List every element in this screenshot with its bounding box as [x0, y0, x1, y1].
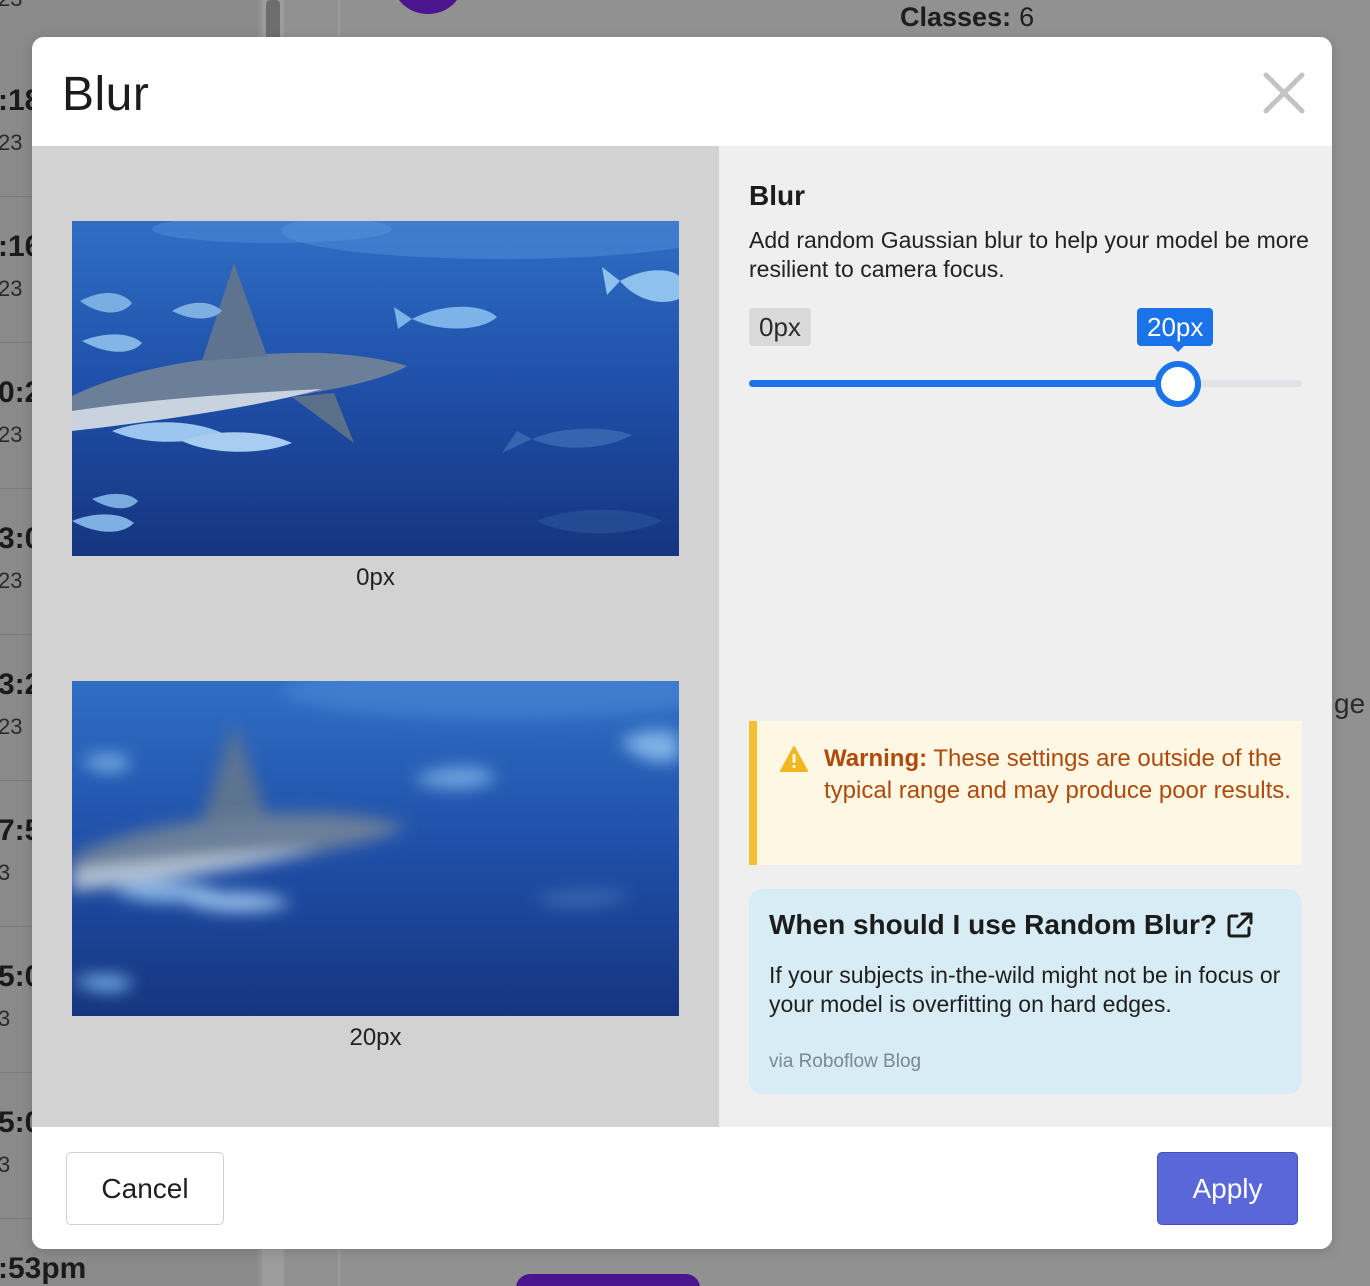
apply-button[interactable]: Apply	[1157, 1152, 1298, 1225]
background-date: 3	[0, 1152, 11, 1177]
modal-footer: Cancel Apply	[32, 1127, 1332, 1249]
external-link-icon	[1227, 912, 1253, 938]
background-date: 23	[0, 276, 23, 301]
shark-photo-sharp	[72, 221, 679, 556]
help-card-source-link[interactable]: via Roboflow Blog	[769, 1051, 921, 1073]
background-avatar	[393, 0, 463, 14]
background-top-fragment: 23	[0, 0, 22, 12]
range-min-label: 0px	[749, 308, 811, 346]
background-scrollbar-thumb	[266, 0, 280, 40]
warning-text: Warning: These settings are outside of t…	[824, 743, 1294, 807]
blurred-preview-caption: 20px	[349, 1024, 402, 1051]
settings-pane: Blur Add random Gaussian blur to help yo…	[719, 146, 1332, 1127]
background-time: :53pm	[0, 1252, 87, 1285]
help-card-title: When should I use Random Blur?	[769, 909, 1217, 940]
blur-modal: Blur 0px 20px Blur Add random Gaussian b…	[32, 37, 1332, 1249]
cancel-button[interactable]: Cancel	[66, 1152, 224, 1225]
original-preview-caption: 0px	[356, 564, 395, 591]
modal-header: Blur	[32, 37, 1332, 146]
original-preview-image	[72, 221, 679, 556]
background-date: 23	[0, 130, 23, 155]
settings-description: Add random Gaussian blur to help your mo…	[749, 227, 1309, 282]
modal-title: Blur	[62, 68, 150, 121]
help-card-title-link[interactable]: When should I use Random Blur?	[769, 909, 1255, 941]
background-date: 3	[0, 1006, 11, 1031]
blur-slider-fill	[749, 380, 1178, 387]
warning-label: Warning:	[824, 745, 928, 772]
help-card-body: If your subjects in-the-wild might not b…	[769, 962, 1281, 1017]
blur-slider-thumb[interactable]	[1154, 361, 1201, 407]
background-date: 23	[0, 714, 23, 739]
background-date: 23	[0, 568, 23, 593]
background-button	[516, 1274, 700, 1286]
background-date: 3	[0, 860, 11, 885]
help-card: When should I use Random Blur? If your s…	[749, 889, 1302, 1094]
shark-photo-blurred	[72, 681, 679, 1016]
settings-title: Blur	[749, 180, 805, 211]
background-text-fragment: ge	[1334, 688, 1366, 719]
warning-alert: Warning: These settings are outside of t…	[749, 721, 1302, 865]
close-icon[interactable]	[1260, 69, 1308, 117]
range-value-tooltip-arrow	[1171, 345, 1185, 352]
background-classes: Classes: 6	[900, 2, 1035, 32]
background-date: 23	[0, 422, 23, 447]
range-value-tooltip: 20px	[1137, 308, 1214, 346]
blurred-preview-image	[72, 681, 679, 1016]
warning-icon	[780, 746, 808, 772]
preview-pane: 0px 20px	[32, 146, 719, 1127]
